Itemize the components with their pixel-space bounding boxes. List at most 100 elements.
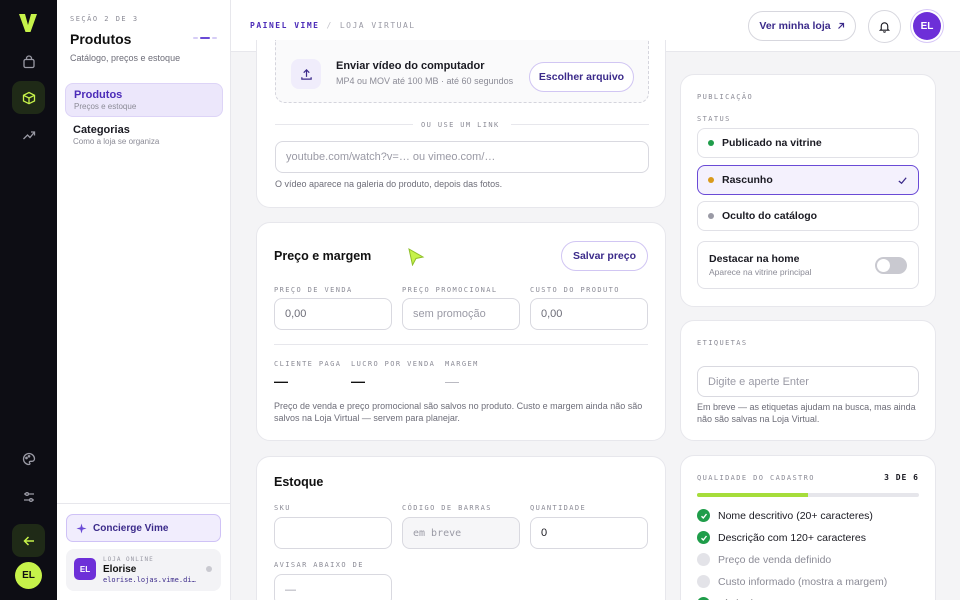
box-icon: [22, 91, 35, 104]
video-link-input[interactable]: youtube.com/watch?v=… ou vimeo.com/…: [275, 141, 649, 173]
quality-card: QUALIDADE DO CADASTRO 3 de 6 Nome descri…: [680, 455, 936, 600]
status-option-draft[interactable]: Rascunho: [697, 165, 919, 195]
cost-label: CUSTO DO PRODUTO: [530, 286, 620, 294]
highlight-home-toggle[interactable]: [875, 257, 907, 274]
check-icon: [898, 177, 907, 185]
external-arrow-icon: [837, 22, 844, 29]
status-option-hidden[interactable]: Oculto do catálogo: [697, 201, 919, 231]
store-kicker: LOJA ONLINE: [103, 556, 154, 563]
notifications-button[interactable]: [868, 10, 901, 43]
quality-item: Nome descritivo (20+ caracteres): [697, 509, 873, 522]
status-dot: [708, 140, 714, 146]
tags-title: ETIQUETAS: [697, 339, 748, 347]
breadcrumb-current: LOJA VIRTUAL: [339, 21, 416, 30]
upload-title: Enviar vídeo do computador: [336, 60, 485, 72]
store-name: Elorise: [103, 564, 137, 575]
quality-item: Descrição com 120+ caracteres: [697, 531, 866, 544]
nav-item-products[interactable]: Produtos Preços e estoque: [65, 83, 223, 117]
store-status-dot: [206, 566, 212, 572]
status-label: STATUS: [697, 115, 731, 123]
store-switcher[interactable]: EL LOJA ONLINE Elorise elorise.lojas.vim…: [66, 549, 221, 591]
profile-avatar[interactable]: EL: [913, 12, 941, 40]
client-pays-value: —: [274, 373, 288, 389]
nav-item-label: Categorias: [73, 124, 130, 136]
video-upload-dropzone[interactable]: Enviar vídeo do computador MP4 ou MOV at…: [275, 40, 649, 103]
publication-title: PUBLICAÇÃO: [697, 93, 754, 101]
sliders-icon: [23, 491, 34, 502]
concierge-button[interactable]: Concierge Vime: [66, 514, 221, 542]
tags-hint: Em breve — as etiquetas ajudam na busca,…: [697, 402, 916, 424]
profit-label: LUCRO POR VENDA: [351, 360, 436, 368]
arrow-left-icon: [22, 535, 34, 546]
quality-title: QUALIDADE DO CADASTRO: [697, 474, 815, 482]
promo-price-label: PREÇO PROMOCIONAL: [402, 286, 498, 294]
sku-input[interactable]: [274, 517, 392, 549]
highlight-home-sub: Aparece na vitrine principal: [709, 267, 812, 277]
margin-value: —: [445, 373, 459, 389]
rail-theme-button[interactable]: [12, 442, 45, 475]
sale-price-input[interactable]: 0,00: [274, 298, 392, 330]
bag-icon: [22, 54, 35, 68]
or-divider-right: [511, 124, 649, 125]
view-store-button[interactable]: Ver minha loja: [748, 11, 856, 41]
status-option-published[interactable]: Publicado na vitrine: [697, 128, 919, 158]
quantity-input[interactable]: 0: [530, 517, 648, 549]
save-price-button[interactable]: Salvar preço: [561, 241, 648, 271]
or-divider-left: [275, 124, 413, 125]
warn-below-input[interactable]: —: [274, 574, 392, 600]
user-avatar[interactable]: EL: [15, 562, 42, 589]
tags-input[interactable]: Digite e aperte Enter: [697, 366, 919, 397]
step-indicator: [193, 37, 217, 39]
rail-settings-button[interactable]: [12, 480, 45, 513]
video-card: Enviar vídeo do computador MP4 ou MOV at…: [256, 40, 666, 208]
profit-value: —: [351, 373, 365, 389]
check-circle-icon: [697, 531, 710, 544]
nav-item-categories[interactable]: Categorias Como a loja se organiza: [65, 119, 223, 153]
upload-icon: [300, 68, 312, 80]
status-option-label: Oculto do catálogo: [722, 210, 818, 222]
rail-orders-button[interactable]: [12, 45, 45, 78]
sale-price-label: PREÇO DE VENDA: [274, 286, 353, 294]
margin-label: MARGEM: [445, 360, 479, 368]
publication-card: PUBLICAÇÃO STATUS Publicado na vitrine R…: [680, 74, 936, 307]
choose-file-button[interactable]: Escolher arquivo: [529, 62, 634, 92]
rail-back-button[interactable]: [12, 524, 45, 557]
status-dot: [708, 213, 714, 219]
or-link-label: OU USE UM LINK: [421, 121, 500, 129]
mouse-cursor-icon: [408, 248, 425, 266]
nav-item-label: Produtos: [74, 89, 123, 101]
vime-logo[interactable]: [16, 11, 40, 35]
quality-item-label: Descrição com 120+ caracteres: [718, 531, 866, 544]
view-store-label: Ver minha loja: [759, 20, 831, 32]
upload-icon-box: [291, 59, 321, 89]
breadcrumb: PAINEL VIME / LOJA VIRTUAL: [250, 21, 416, 30]
price-hint: Preço de venda e preço promocional são s…: [274, 401, 643, 423]
quality-item-label: Preço de venda definido: [718, 553, 832, 566]
store-url: elorise.lojas.vime.di…: [103, 576, 196, 584]
section-sidebar: SEÇÃO 2 DE 3 Produtos Catálogo, preços e…: [57, 0, 231, 600]
bell-icon: [878, 22, 891, 33]
quality-progress: [697, 493, 919, 497]
quality-item-label: Nome descritivo (20+ caracteres): [718, 509, 873, 522]
quality-item: Preço de venda definido: [697, 553, 831, 566]
video-hint: O vídeo aparece na galeria do produto, d…: [275, 179, 503, 189]
highlight-home-row: Destacar na home Aparece na vitrine prin…: [697, 241, 919, 289]
breadcrumb-separator: /: [326, 21, 333, 30]
concierge-label: Concierge Vime: [93, 522, 169, 534]
sku-label: SKU: [274, 504, 291, 512]
price-card: Preço e margem Salvar preço PREÇO DE VEN…: [256, 222, 666, 441]
stock-card: Estoque SKU CÓDIGO DE BARRAS em breve QU…: [256, 456, 666, 600]
section-step: SEÇÃO 2 DE 3: [70, 15, 139, 23]
cost-input[interactable]: 0,00: [530, 298, 648, 330]
section-title: Produtos: [70, 31, 132, 47]
upload-subtitle: MP4 ou MOV até 100 MB · até 60 segundos: [336, 76, 514, 86]
empty-circle-icon: [697, 575, 710, 588]
nav-item-sub: Preços e estoque: [74, 102, 137, 111]
rail-analytics-button[interactable]: [12, 118, 45, 151]
promo-price-input[interactable]: sem promoção: [402, 298, 520, 330]
status-option-label: Publicado na vitrine: [722, 137, 822, 149]
stock-card-title: Estoque: [274, 475, 324, 489]
rail-products-button[interactable]: [12, 81, 45, 114]
breadcrumb-root[interactable]: PAINEL VIME: [250, 21, 319, 30]
tags-card: ETIQUETAS Digite e aperte Enter Em breve…: [680, 320, 936, 441]
